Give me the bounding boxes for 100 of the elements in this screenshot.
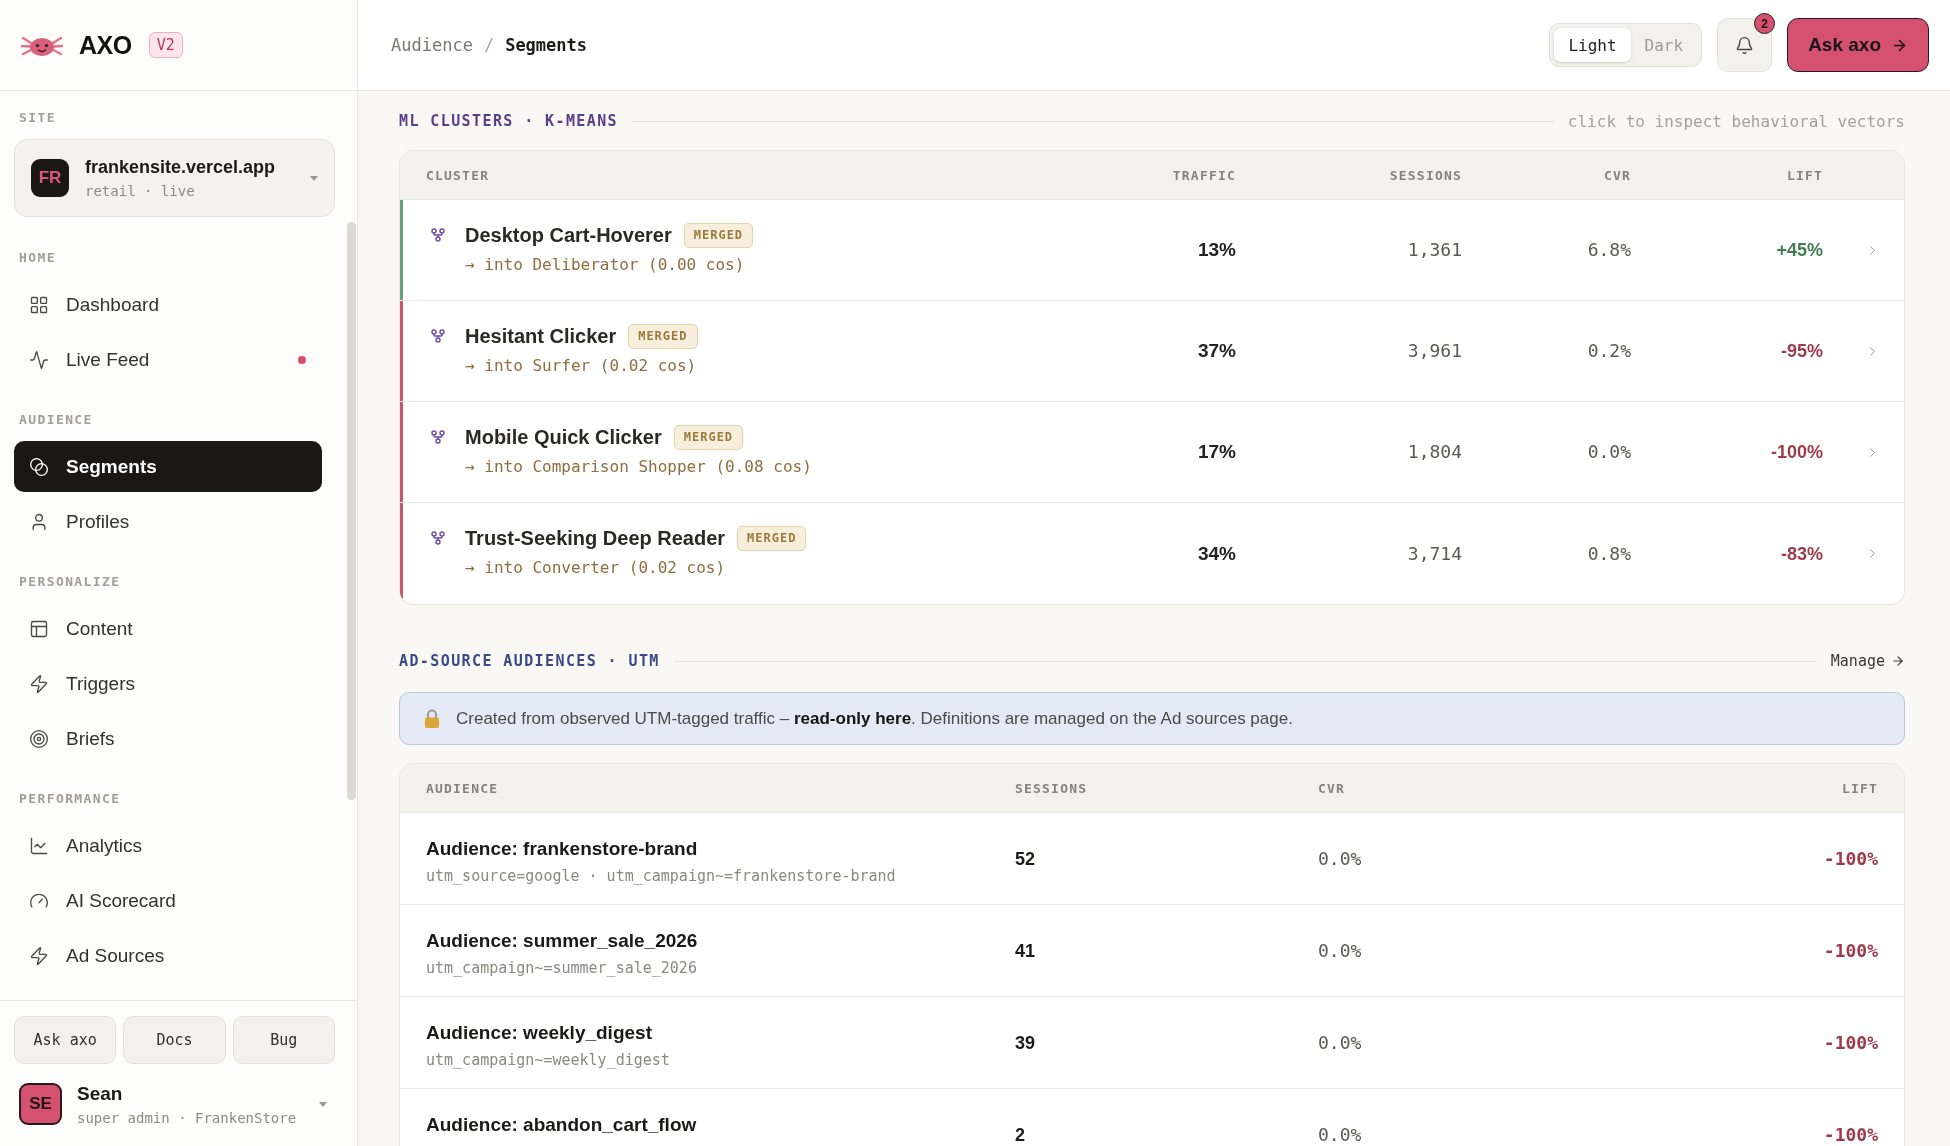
lift-value: -100% <box>1823 1033 1878 1052</box>
current-page-label: Segments <box>505 35 588 55</box>
status-tag: MERGED <box>628 323 698 349</box>
column-header: TRAFFIC <box>1172 167 1236 183</box>
bell-icon <box>1735 35 1755 55</box>
footer-button[interactable]: Ask axo <box>14 1016 117 1064</box>
sessions-value: 52 <box>1015 849 1036 868</box>
lift-value: +45% <box>1776 241 1823 259</box>
ask-button[interactable]: Ask axo <box>1787 18 1929 72</box>
layout-icon <box>29 618 49 639</box>
sessions-value: 1,804 <box>1407 443 1462 461</box>
nav-label: Briefs <box>66 727 116 750</box>
hint-text: click to inspect behavioral vectors <box>1567 111 1905 131</box>
lift-value: -100% <box>1770 443 1823 461</box>
nav-item[interactable]: Ad Sources <box>14 930 322 981</box>
user-menu[interactable]: SE Sean super admin · FrankenStore <box>14 1083 335 1125</box>
section-label: AUDIENCE <box>18 412 94 428</box>
nodes-icon <box>430 530 446 546</box>
nodes-icon <box>430 428 446 445</box>
cvr-value: 0.2% <box>1587 342 1631 360</box>
nav-item[interactable]: Briefs <box>14 713 322 764</box>
nav-label: Content <box>66 617 134 640</box>
section-label: SITE <box>18 110 57 126</box>
user-role: super admin · FrankenStore <box>77 1109 298 1126</box>
nav-item[interactable]: Analytics <box>14 820 322 871</box>
theme-option[interactable]: Light <box>1554 28 1631 62</box>
column-header: CVR <box>1603 167 1631 183</box>
audience-name: Audience: abandon_cart_flow <box>426 1114 698 1136</box>
nav-item[interactable]: Triggers <box>14 658 322 709</box>
merge-detail: → into Comparison Shopper (0.08 cos) <box>465 457 812 476</box>
nav-label: AI Scorecard <box>66 889 177 912</box>
cvr-value: 6.8% <box>1587 241 1631 259</box>
column-header: SESSIONS <box>1015 780 1088 796</box>
nav-item[interactable]: Live Feed <box>14 334 322 385</box>
traffic-value: 17% <box>1197 442 1236 462</box>
lightning-icon <box>29 945 49 966</box>
audience-name: Audience: weekly_digest <box>426 1022 653 1044</box>
nav-label: Analytics <box>66 834 144 857</box>
audience-name: Audience: summer_sale_2026 <box>426 930 699 952</box>
sessions-value: 3,961 <box>1407 342 1462 360</box>
sessions-value: 2 <box>1015 1126 1025 1144</box>
nav-item[interactable]: Content <box>14 603 322 654</box>
cvr-value: 0.0% <box>1587 443 1631 461</box>
brand-name: AXO <box>79 30 132 60</box>
nav-item[interactable]: Segments <box>14 441 322 492</box>
grid-icon <box>29 294 49 315</box>
lift-value: -100% <box>1823 941 1878 960</box>
nav-label: Ad Sources <box>66 944 166 967</box>
nav-item[interactable]: Profiles <box>14 496 322 547</box>
site-switcher[interactable]: FR frankensite.vercel.app retail · live <box>14 139 335 217</box>
lift-value: -83% <box>1780 544 1823 563</box>
site-avatar: FR <box>31 159 69 197</box>
nodes-icon <box>430 226 446 243</box>
cluster-name: Mobile Quick Clicker <box>465 425 662 449</box>
notification-count: 2 <box>1754 13 1776 34</box>
version-tag: V2 <box>148 32 183 58</box>
column-header: AUDIENCE <box>426 780 499 796</box>
nav-item[interactable]: Dashboard <box>14 279 322 330</box>
site-name: frankensite.vercel.app <box>85 157 277 178</box>
column-header: LIFT <box>1786 167 1823 183</box>
nav-label: Dashboard <box>66 293 160 316</box>
footer-button[interactable]: Docs <box>123 1016 226 1064</box>
nodes-icon <box>430 327 446 344</box>
nav-label: Segments <box>66 455 158 478</box>
scrollbar-thumb[interactable] <box>347 222 356 800</box>
traffic-value: 34% <box>1197 543 1236 564</box>
lift-value: -100% <box>1823 1126 1878 1144</box>
nav-item[interactable]: AI Scorecard <box>14 875 322 926</box>
section-title: ML CLUSTERS · K-MEANS <box>399 112 619 130</box>
user-name: Sean <box>77 1082 124 1105</box>
status-tag: MERGED <box>683 222 754 248</box>
sessions-value: 39 <box>1015 1033 1036 1052</box>
section-label: PERFORMANCE <box>18 791 122 807</box>
cvr-value: 0.8% <box>1587 544 1631 563</box>
overlapping-circles-icon <box>29 456 49 477</box>
utm-rule: utm_campaign~=summer_sale_2026 <box>426 959 698 977</box>
line-chart-icon <box>29 835 49 856</box>
caret-down-icon <box>310 175 318 181</box>
column-header: LIFT <box>1841 780 1878 796</box>
section-title: AD-SOURCE AUDIENCES · UTM <box>399 652 660 670</box>
breadcrumb-link[interactable]: Audience <box>391 35 473 55</box>
merge-detail: → into Surfer (0.02 cos) <box>465 356 698 375</box>
section-label: HOME <box>18 250 57 266</box>
sessions-value: 1,361 <box>1407 241 1462 259</box>
cvr-value: 0.0% <box>1318 1126 1362 1144</box>
nav-label: Live Feed <box>66 348 151 371</box>
user-avatar: SE <box>19 1083 62 1125</box>
nav-label: Profiles <box>66 510 131 533</box>
lightning-icon <box>29 673 49 694</box>
utm-rule: utm_campaign~=weekly_digest <box>426 1051 671 1069</box>
manage-link[interactable]: Manage <box>1830 652 1905 670</box>
merge-detail: → into Converter (0.02 cos) <box>465 559 727 577</box>
audience-name: Audience: frankenstore-brand <box>426 838 699 860</box>
column-header: CVR <box>1318 780 1346 796</box>
traffic-value: 37% <box>1197 341 1236 361</box>
notice-text: Created from observed UTM-tagged traffic – read-only here. Definitions are managed on the Ad sources page. <box>456 708 1293 729</box>
column-header: CLUSTER <box>426 167 490 183</box>
utm-rule: utm_source=google · utm_campaign~=frankenstore-brand <box>426 867 897 885</box>
cluster-name: Desktop Cart-Hoverer <box>465 223 672 247</box>
footer-button[interactable]: Bug <box>232 1016 335 1064</box>
